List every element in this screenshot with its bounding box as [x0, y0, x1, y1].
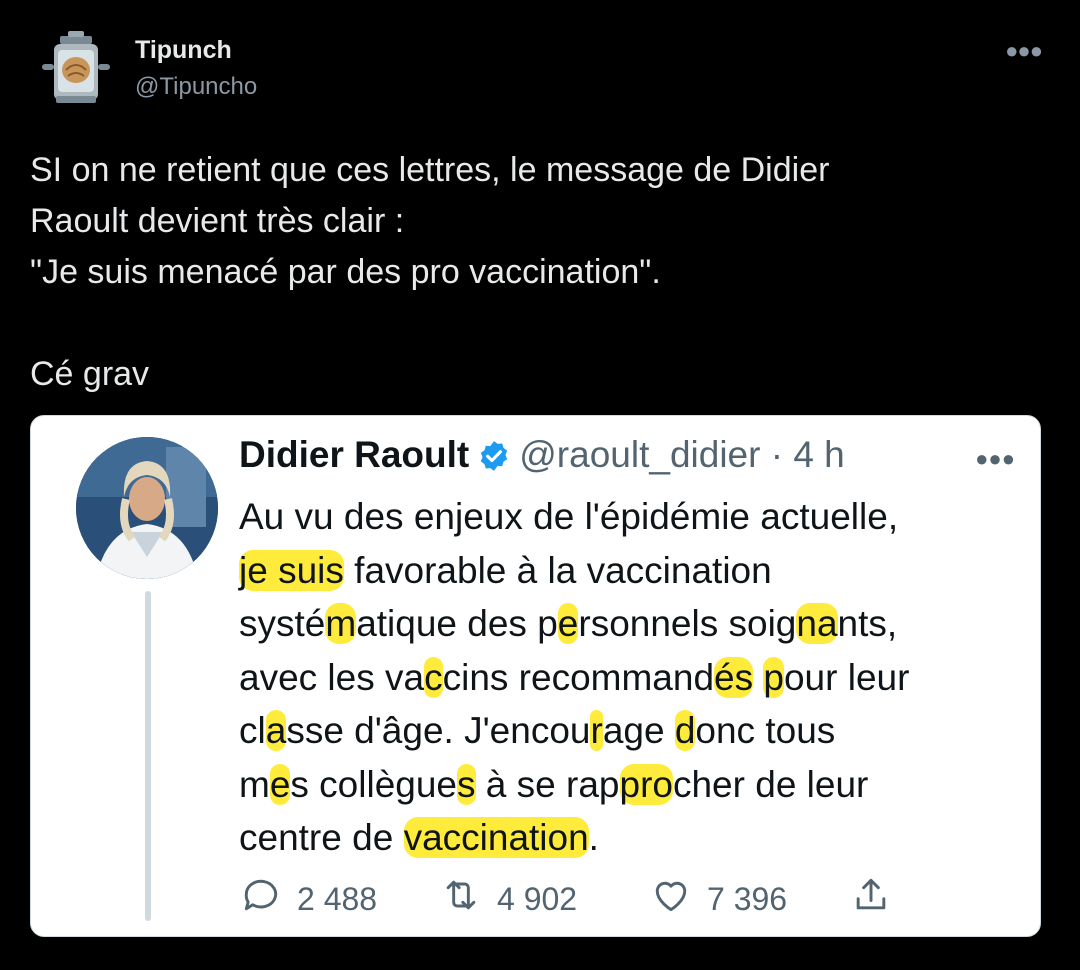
author-avatar[interactable]: [38, 30, 114, 106]
highlighted-text: és: [714, 656, 754, 698]
quoted-header: Didier Raoult @raoult_didier · 4 h: [239, 433, 845, 483]
text-segment: rsonnels soig: [578, 603, 797, 644]
text-segment: s collègue: [290, 763, 458, 805]
highlighted-text: d: [674, 710, 696, 751]
more-horizontal-icon[interactable]: ●●●: [975, 446, 1015, 472]
like-count: 7 396: [707, 880, 788, 917]
reply-icon: [239, 873, 283, 925]
quoted-author-avatar[interactable]: [76, 437, 218, 579]
highlighted-text: je suis: [239, 549, 344, 591]
text-segment: à se rap: [475, 763, 620, 805]
tweet-actions-bar: 2 488 4 902 7 396: [239, 874, 939, 924]
thread-line: [145, 591, 151, 921]
author-handle[interactable]: @Tipuncho: [135, 73, 257, 101]
verified-badge-icon: [477, 439, 511, 483]
retweet-button[interactable]: 4 902: [439, 874, 577, 924]
highlighted-text: e: [269, 763, 291, 805]
like-icon: [649, 873, 693, 925]
quoted-author-handle[interactable]: @raoult_didier: [519, 434, 760, 475]
like-button[interactable]: 7 396: [649, 874, 787, 924]
quoted-author-name[interactable]: Didier Raoult: [239, 434, 469, 475]
retweet-count: 4 902: [497, 880, 578, 917]
quoted-tweet-card[interactable]: Didier Raoult @raoult_didier · 4 h ●●● Au…: [30, 415, 1041, 937]
tweet-timestamp[interactable]: 4 h: [793, 434, 844, 475]
highlighted-text: s: [457, 763, 476, 805]
highlighted-text: na: [796, 603, 838, 644]
text-segment: Au vu des enjeux de l'épidémie actuelle,: [239, 496, 899, 537]
highlighted-text: vaccination: [403, 817, 589, 858]
text-segment: age: [602, 710, 675, 751]
text-segment: cins recommand: [442, 656, 715, 698]
more-horizontal-icon[interactable]: ●●●: [1005, 38, 1043, 64]
share-icon: [849, 873, 893, 925]
highlighted-text: c: [424, 656, 443, 698]
separator-dot: ·: [770, 434, 784, 475]
text-segment: sse d'âge. J'encou: [286, 710, 591, 751]
author-name[interactable]: Tipunch: [135, 36, 232, 65]
highlighted-text: e: [557, 603, 579, 644]
highlighted-text: pro: [619, 763, 673, 805]
text-segment: .: [588, 817, 599, 858]
highlighted-text: m: [325, 603, 357, 644]
share-button[interactable]: [849, 874, 893, 924]
retweet-icon: [439, 873, 483, 925]
reply-button[interactable]: 2 488: [239, 874, 377, 924]
quoted-tweet-text: Au vu des enjeux de l'épidémie actuelle,…: [239, 490, 1029, 865]
highlighted-text: a: [265, 710, 287, 751]
text-segment: atique des p: [356, 603, 558, 644]
highlighted-text: p: [763, 656, 784, 698]
tweet-text: SI on ne retient que ces lettres, le mes…: [30, 151, 830, 393]
text-segment: [753, 657, 763, 698]
reply-count: 2 488: [297, 880, 378, 917]
highlighted-text: r: [590, 710, 603, 751]
